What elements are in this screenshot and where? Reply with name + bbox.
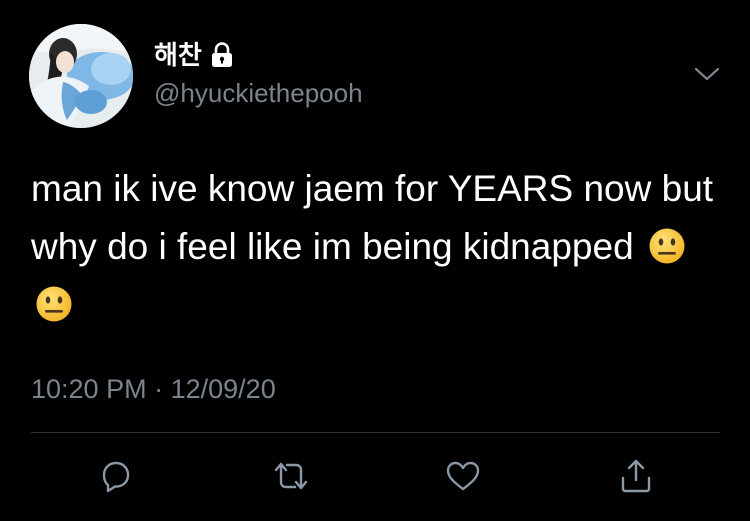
display-name[interactable]: 해찬 — [154, 40, 234, 70]
tweet-timestamp[interactable]: 10:20 PM · 12/09/20 — [31, 372, 276, 406]
timestamp-separator: · — [154, 374, 164, 404]
avatar[interactable] — [29, 24, 133, 128]
user-handle[interactable]: @hyuckiethepooh — [154, 78, 363, 108]
like-icon — [446, 461, 480, 491]
tweet-date: 12/09/20 — [170, 374, 276, 404]
tweet-text-content: man ik ive know jaem for YEARS now but w… — [31, 168, 714, 267]
reply-icon — [102, 461, 130, 493]
neutral-face-emoji — [35, 282, 73, 322]
retweet-button[interactable] — [269, 454, 313, 498]
share-button[interactable] — [614, 454, 658, 498]
avatar-image — [29, 24, 133, 128]
display-name-text: 해찬 — [154, 40, 202, 70]
reply-button[interactable] — [94, 454, 138, 498]
retweet-icon — [274, 462, 308, 490]
divider — [31, 432, 720, 433]
share-icon — [621, 459, 651, 493]
chevron-down-icon[interactable] — [692, 62, 722, 86]
lock-icon — [210, 42, 234, 68]
tweet-card: 해찬 @hyuckiethepooh man ik ive know jaem … — [0, 0, 750, 521]
neutral-face-emoji — [648, 224, 686, 264]
tweet-time: 10:20 PM — [31, 374, 147, 404]
like-button[interactable] — [441, 454, 485, 498]
tweet-text: man ik ive know jaem for YEARS now but w… — [31, 160, 721, 334]
